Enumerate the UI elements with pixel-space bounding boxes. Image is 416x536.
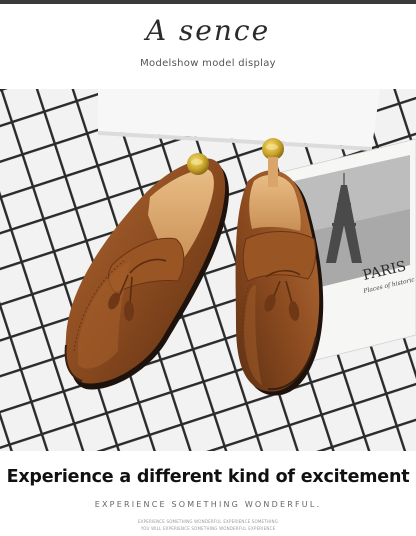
product-photo: PARIS Places of historic wo...	[0, 89, 416, 451]
headline: Experience a different kind of excitemen…	[6, 467, 410, 487]
page-subtitle: Modelshow model display	[140, 58, 276, 69]
brand-logo: A sence	[145, 14, 271, 47]
top-rule	[0, 0, 416, 4]
product-photo-art: PARIS Places of historic wo...	[0, 89, 416, 451]
tagline: EXPERIENCE SOMETHING WONDERFUL.	[94, 500, 322, 509]
fine-print-line: EXPERIENCE SOMETHING WONDERFUL EXPERIENC…	[137, 519, 278, 524]
fine-print-line: YOU WILL EXPERIENCE SOMETHING WONDERFUL …	[140, 526, 276, 531]
